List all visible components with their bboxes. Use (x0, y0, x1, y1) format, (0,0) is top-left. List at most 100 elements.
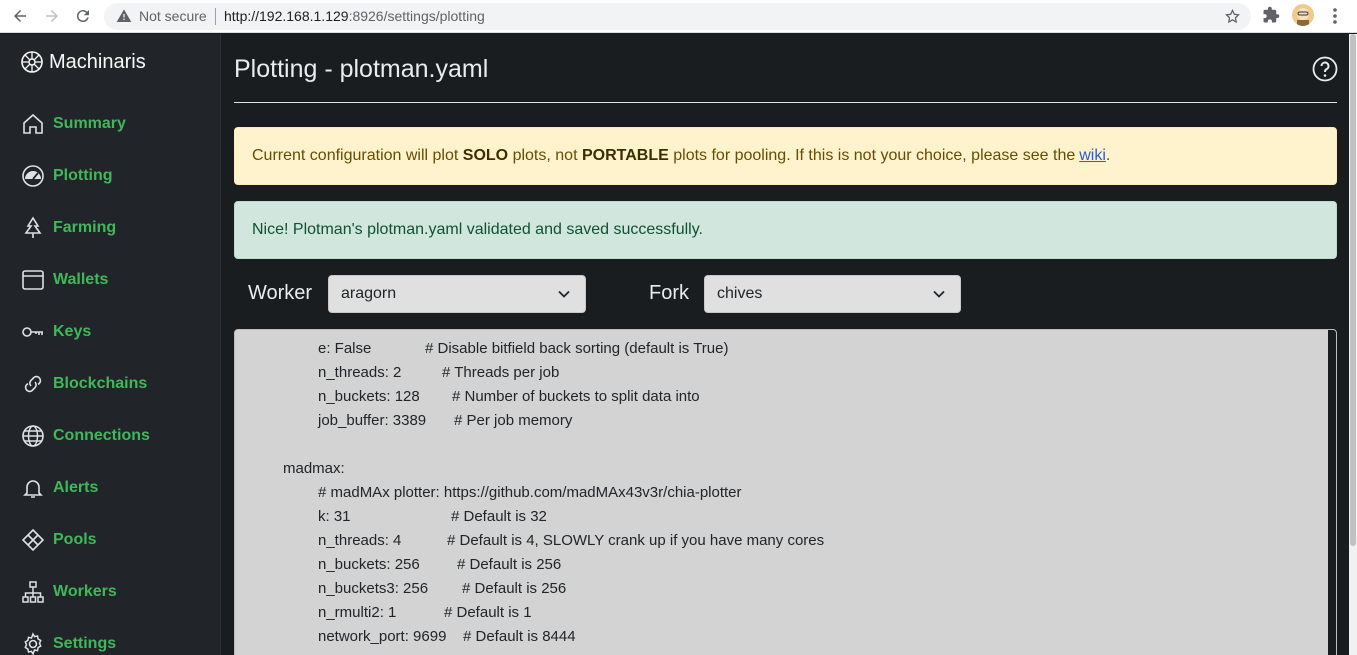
profile-avatar[interactable] (1292, 4, 1314, 26)
editor-line: n_buckets: 256 # Default is 256 (318, 555, 561, 575)
sidebar-item-label: Blockchains (53, 375, 148, 392)
star-icon[interactable] (1224, 8, 1241, 25)
back-button[interactable] (8, 5, 32, 27)
line-comment: # Per job memory (454, 412, 573, 429)
house-icon (20, 111, 46, 137)
line-comment: # Default is 8444 (463, 628, 576, 645)
line-comment: # Default is 32 (451, 508, 547, 525)
logo-icon (21, 51, 43, 73)
line-key: e: False (318, 340, 372, 357)
success-alert: Nice! Plotman's plotman.yaml validated a… (234, 201, 1337, 259)
speedometer-icon (20, 163, 46, 189)
arrow-right-icon (46, 10, 58, 22)
line-key: n_rmulti2: 1 (318, 604, 397, 621)
line-comment: # Number of buckets to split data into (452, 388, 700, 405)
sidebar-item-plotting[interactable]: Plotting (20, 162, 113, 190)
editor-line: n_threads: 4 # Default is 4, SLOWLY crank… (318, 531, 824, 551)
warning-suffix: plots for pooling. If this is not your c… (673, 147, 1076, 164)
url-text[interactable]: http://192.168.1.129:8926/settings/plott… (224, 8, 485, 24)
warning-end: . (1105, 147, 1111, 164)
editor-scrollbar[interactable] (1328, 330, 1336, 655)
forward-button[interactable] (40, 5, 64, 27)
line-comment: # Disable bitfield back sorting (default… (425, 340, 729, 357)
chevron-down-icon (558, 290, 570, 298)
page-title: Plotting - plotman.yaml (234, 55, 489, 83)
page-scrollbar-thumb[interactable] (1350, 34, 1356, 546)
main-content: Plotting - plotman.yaml Current configur… (222, 34, 1357, 655)
fork-label: Fork (649, 282, 689, 304)
omnibox-divider (215, 8, 216, 25)
editor-line: n_buckets: 128 # Number of buckets to spl… (318, 387, 700, 407)
sidebar-item-workers[interactable]: Workers (20, 578, 117, 606)
sidebar-item-summary[interactable]: Summary (20, 110, 126, 138)
editor-line: k: 31 # Default is 32 (318, 507, 547, 527)
wallet-icon (20, 267, 46, 293)
globe-icon (20, 423, 46, 449)
diamond-icon (20, 527, 46, 553)
address-bar[interactable]: Not secure http://192.168.1.129:8926/set… (104, 3, 1251, 30)
help-icon[interactable] (1312, 56, 1338, 82)
sidebar-item-farming[interactable]: Farming (20, 214, 116, 242)
pool-warning-alert: Current configuration will plot SOLO plo… (234, 127, 1337, 185)
line-key: n_buckets3: 256 (318, 580, 429, 597)
sidebar-item-label: Settings (53, 635, 117, 652)
line-key: n_threads: 4 (318, 532, 402, 549)
line-key: n_buckets: 256 (318, 556, 420, 573)
worker-label: Worker (248, 282, 313, 304)
chevron-down-icon (933, 290, 945, 298)
sidebar-item-pools[interactable]: Pools (20, 526, 97, 554)
key-icon (20, 319, 46, 345)
sidebar-item-label: Keys (53, 323, 92, 340)
gear-icon (20, 631, 46, 655)
line-key: job_buffer: 3389 (318, 412, 427, 429)
line-key: k: 31 (318, 508, 351, 525)
config-editor[interactable]: e: False # Disable bitfield back sorting … (234, 329, 1337, 655)
sidebar-item-blockchains[interactable]: Blockchains (20, 370, 147, 398)
puzzle-icon[interactable] (1262, 6, 1280, 24)
sidebar-item-label: Workers (53, 583, 117, 600)
line-comment: # Threads per job (442, 364, 560, 381)
worker-select[interactable]: aragorn (328, 275, 586, 313)
sidebar-item-wallets[interactable]: Wallets (20, 266, 108, 294)
brand[interactable]: Machinaris (20, 48, 146, 76)
sidebar-item-connections[interactable]: Connections (20, 422, 150, 450)
sidebar-item-alerts[interactable]: Alerts (20, 474, 98, 502)
line-comment: # Default is 1 (444, 604, 532, 621)
reload-button[interactable] (71, 5, 95, 27)
fork-select-value: chives (717, 285, 763, 302)
line-comment: # Default is 256 (462, 580, 567, 597)
editor-line: # madMAx plotter: https://github.com/mad… (318, 483, 742, 503)
line-key: n_buckets: 128 (318, 388, 420, 405)
avatar-face-icon (1297, 8, 1309, 26)
editor-line: n_rmulti2: 1 # Default is 1 (318, 603, 532, 623)
link-icon (20, 371, 46, 397)
sidebar-item-label: Summary (53, 115, 126, 132)
line-key: n_threads: 2 (318, 364, 402, 381)
warning-icon (116, 9, 132, 22)
warning-portable: PORTABLE (581, 147, 669, 164)
sidebar-item-settings[interactable]: Settings (20, 630, 116, 655)
title-divider (234, 102, 1337, 103)
more-options-icon[interactable] (1327, 6, 1343, 26)
editor-line: n_threads: 2 # Threads per job (318, 363, 559, 383)
fork-select[interactable]: chives (704, 275, 961, 313)
warning-middle: plots, not (512, 147, 578, 164)
brand-name: Machinaris (49, 50, 146, 73)
editor-line: e: False # Disable bitfield back sorting … (318, 339, 728, 359)
sidebar-item-label: Wallets (53, 271, 109, 288)
sidebar: Machinaris Summary Plotting Farming Wall… (0, 34, 221, 655)
sidebar-item-label: Farming (53, 219, 117, 236)
sidebar-item-label: Plotting (53, 167, 113, 184)
warning-text: Current configuration will plot SOLO plo… (252, 147, 1110, 165)
security-label[interactable]: Not secure (139, 8, 207, 24)
sidebar-item-label: Pools (53, 531, 97, 548)
warning-prefix: Current configuration will plot (252, 147, 459, 164)
line-comment: # Default is 256 (457, 556, 562, 573)
wiki-link[interactable]: wiki (1079, 147, 1106, 164)
line-comment: # Default is 4, SLOWLY crank up if you h… (447, 532, 825, 549)
browser-toolbar: Not secure http://192.168.1.129:8926/set… (0, 0, 1357, 33)
sidebar-item-keys[interactable]: Keys (20, 318, 91, 346)
reload-icon (76, 10, 89, 23)
editor-line: network_port: 9699 # Default is 8444 (318, 627, 576, 647)
editor-line: job_buffer: 3389 # Per job memory (318, 411, 572, 431)
